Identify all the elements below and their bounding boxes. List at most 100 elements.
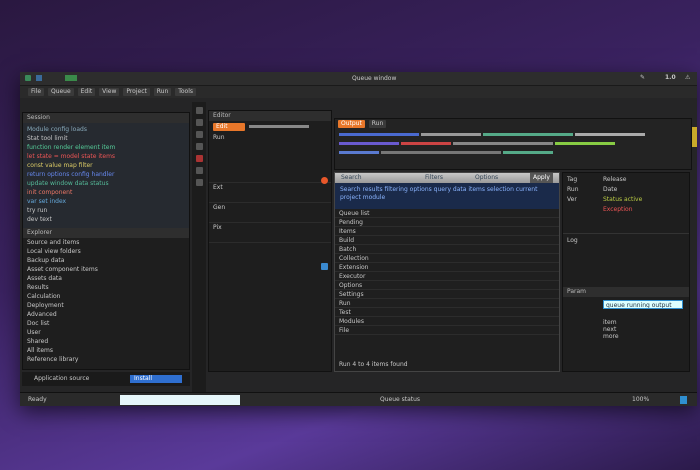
prop-value: Status active: [603, 196, 643, 203]
code-line: try run: [27, 207, 48, 214]
tree-item[interactable]: Source and items: [23, 238, 189, 247]
menu-bar: File Queue Edit View Project Run Tools: [20, 86, 697, 98]
tree-item[interactable]: Backup data: [23, 256, 189, 265]
tree-item[interactable]: Asset component items: [23, 265, 189, 274]
tree-item[interactable]: Advanced: [23, 310, 189, 319]
menu-edit[interactable]: Edit: [77, 88, 96, 96]
window-icon[interactable]: [36, 75, 42, 81]
dialog-item[interactable]: Pending: [335, 218, 559, 227]
edit-icon[interactable]: ✎: [640, 74, 645, 81]
edit-tab[interactable]: Edit: [213, 123, 245, 131]
right-panel: Tag Run Ver Release Date Status active E…: [562, 172, 690, 372]
dialog-tab-search[interactable]: Search: [341, 173, 362, 183]
code-line: const value map filter: [27, 162, 93, 169]
run-tab[interactable]: Run: [368, 120, 387, 128]
dialog-footer: Run 4 to 4 items found: [339, 361, 408, 368]
selected-text: Search results filtering options query d…: [335, 183, 559, 209]
info-icon[interactable]: [321, 263, 328, 270]
middle-panel: Editor Edit Run Ext Gen Pix: [208, 110, 332, 372]
dialog-item[interactable]: Test: [335, 308, 559, 317]
menu-project[interactable]: Project: [123, 88, 150, 96]
settings-tool-icon[interactable]: [195, 179, 203, 186]
zoom-level[interactable]: 100%: [632, 393, 649, 407]
status-progress: [120, 395, 240, 405]
window-title: Queue window: [352, 75, 397, 82]
middle-toolbar: Edit: [209, 121, 331, 133]
output-line: [335, 130, 691, 139]
select-tool-icon[interactable]: [195, 107, 203, 114]
param-item[interactable]: item: [603, 319, 689, 326]
debug-tool-icon[interactable]: [195, 155, 203, 162]
apply-button[interactable]: Apply: [530, 173, 553, 183]
param-input[interactable]: queue running output value: [603, 300, 683, 309]
dialog-item[interactable]: Options: [335, 281, 559, 290]
dialog-item[interactable]: Settings: [335, 290, 559, 299]
menu-run[interactable]: Run: [153, 88, 172, 96]
tree-item[interactable]: Local view folders: [23, 247, 189, 256]
status-left: Ready: [28, 396, 47, 403]
run-icon[interactable]: [65, 75, 77, 81]
dialog-item[interactable]: Queue list: [335, 209, 559, 218]
dialog-tab-options[interactable]: Options: [475, 173, 498, 183]
dialog-tab-filters[interactable]: Filters: [425, 173, 443, 183]
menu-view[interactable]: View: [99, 88, 120, 96]
dialog-item[interactable]: File: [335, 326, 559, 335]
log-section: Log: [563, 233, 689, 283]
tree-item[interactable]: All items: [23, 346, 189, 355]
dialog-item[interactable]: Collection: [335, 254, 559, 263]
menu-tools[interactable]: Tools: [175, 88, 196, 96]
dialog-item[interactable]: Executor: [335, 272, 559, 281]
tree-item[interactable]: Deployment: [23, 301, 189, 310]
dialog-item[interactable]: Build: [335, 236, 559, 245]
menu-queue[interactable]: Queue: [47, 88, 74, 96]
middle-panel-header: Editor: [209, 111, 331, 121]
dialog-item[interactable]: Modules: [335, 317, 559, 326]
git-tool-icon[interactable]: [195, 143, 203, 150]
dialog-item[interactable]: Extension: [335, 263, 559, 272]
tree-item[interactable]: Reference library: [23, 355, 189, 364]
app-icon: [25, 75, 31, 81]
dialog-item[interactable]: Items: [335, 227, 559, 236]
alert-icon[interactable]: ⚠: [685, 74, 690, 81]
app-window: Queue window ✎ 1.0 ⚠ File Queue Edit Vie…: [20, 72, 697, 406]
status-center: Queue status: [380, 396, 421, 403]
output-line: [335, 139, 691, 148]
code-line: return options config handler: [27, 171, 115, 178]
install-button[interactable]: Install: [130, 375, 182, 383]
param-item[interactable]: more: [603, 333, 689, 340]
tree-item[interactable]: Shared: [23, 337, 189, 346]
menu-file[interactable]: File: [28, 88, 45, 96]
param-item[interactable]: next: [603, 326, 689, 333]
prop-label: Ver: [567, 196, 577, 203]
record-icon[interactable]: [321, 177, 328, 184]
code-preview: Module config loads Stat tool limit func…: [23, 123, 189, 228]
tree-item[interactable]: Doc list: [23, 319, 189, 328]
right-rail: [692, 102, 697, 392]
notification-icon[interactable]: [680, 396, 687, 404]
left-panel-header: Session: [23, 113, 189, 123]
output-line: [335, 148, 691, 157]
param-header: Param: [563, 287, 689, 297]
left-footer: Application source Install: [22, 372, 190, 386]
code-line: let state = model state items: [27, 153, 116, 160]
tree-item[interactable]: User: [23, 328, 189, 337]
tool-strip: [192, 102, 206, 392]
output-panel: Output Run: [334, 118, 692, 170]
tree-item[interactable]: Results: [23, 283, 189, 292]
move-tool-icon[interactable]: [195, 119, 203, 126]
dialog-item[interactable]: Batch: [335, 245, 559, 254]
search-tool-icon[interactable]: [195, 131, 203, 138]
search-dialog: Search Filters Options Apply Search resu…: [334, 172, 560, 372]
tree-item[interactable]: Assets data: [23, 274, 189, 283]
dialog-item[interactable]: Run: [335, 299, 559, 308]
extension-tool-icon[interactable]: [195, 167, 203, 174]
middle-row: Gen: [209, 203, 331, 223]
middle-row: Run: [209, 133, 331, 183]
dialog-header: Search Filters Options Apply: [335, 173, 559, 183]
output-tab[interactable]: Output: [338, 120, 365, 128]
bookmark-icon[interactable]: [692, 127, 697, 147]
explorer-tab[interactable]: Explorer: [23, 228, 189, 238]
code-line: dev text: [27, 216, 52, 223]
code-line: init component: [27, 189, 73, 196]
tree-item[interactable]: Calculation: [23, 292, 189, 301]
